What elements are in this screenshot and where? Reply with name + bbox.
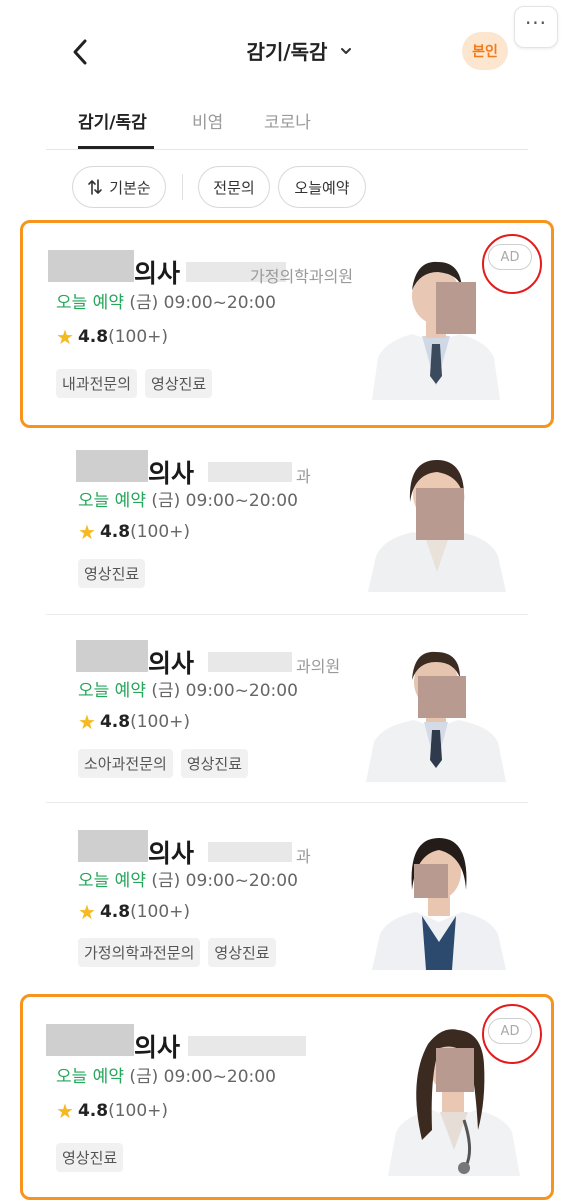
tag: 영상진료 [78,559,146,588]
doctor-photo [372,261,500,400]
blurred-name [48,250,134,282]
doctor-photo [372,838,506,970]
tag: 영상진료 [145,369,213,398]
sort-icon [88,179,103,195]
specialty-tags: 내과전문의 영상진료 [56,369,213,398]
rating: ★ 4.8 (100+) [78,520,191,544]
rating: ★ 4.8 (100+) [78,710,191,734]
availability: 오늘 예약 (금) 09:00~20:00 [56,293,276,313]
tag: 영상진료 [180,749,249,778]
tab-cold-flu[interactable]: 감기/독감 [78,108,147,133]
sort-button[interactable]: 기본순 [72,166,166,208]
filter-today-booking[interactable]: 오늘예약 [278,166,366,208]
doctor-name: 의사 과의원 [76,640,340,680]
tag: 소아과전문의 [78,749,173,778]
doctor-photo [366,651,506,782]
availability: 오늘 예약 (금) 09:00~20:00 [78,871,298,891]
blurred-name [46,1024,134,1056]
more-icon: ··· [524,11,548,35]
specialty-tags: 가정의학과전문의 영상진료 [78,938,276,967]
ad-highlight-circle [482,1004,542,1064]
doctor-name: 의사 과 [78,830,311,870]
self-profile-badge[interactable]: 본인 [462,32,508,70]
divider [46,802,528,803]
tag: 영상진료 [208,938,276,967]
rating: ★ 4.8 (100+) [56,325,169,349]
blurred-name [76,640,148,672]
star-icon: ★ [78,520,96,544]
chevron-down-icon [341,47,352,54]
specialty-tags: 영상진료 [78,559,146,588]
page-title: 감기/독감 [246,40,328,64]
doctor-name: 의사 가정의학과의원 [48,250,353,290]
tab-corona[interactable]: 코로나 [264,108,311,133]
filter-divider [182,174,183,200]
specialty-tags: 소아과전문의 영상진료 [78,749,249,778]
divider [46,614,528,615]
specialty-tags: 영상진료 [56,1143,124,1172]
sort-label: 기본순 [109,178,151,197]
star-icon: ★ [78,710,96,734]
star-icon: ★ [56,325,74,349]
blurred-name [78,830,148,862]
star-icon: ★ [56,1099,74,1123]
doctor-name: 의사 과 [76,450,311,490]
doctor-name: 의사 [46,1024,307,1064]
availability: 오늘 예약 (금) 09:00~20:00 [78,491,298,511]
blurred-hospital [208,652,293,672]
tab-rhinitis[interactable]: 비염 [192,108,223,133]
category-tabs: 감기/독감 비염 코로나 [46,100,528,150]
availability: 오늘 예약 (금) 09:00~20:00 [56,1067,276,1087]
availability: 오늘 예약 (금) 09:00~20:00 [78,681,298,701]
blurred-hospital [208,842,293,862]
ad-highlight-circle [482,234,542,294]
tag: 영상진료 [56,1143,124,1172]
blurred-hospital [208,462,293,482]
filter-specialist[interactable]: 전문의 [198,166,270,208]
active-tab-indicator [78,146,154,149]
blurred-hospital [188,1036,307,1056]
rating: ★ 4.8 (100+) [56,1099,169,1123]
doctor-photo [368,460,506,592]
tag: 가정의학과전문의 [78,938,201,967]
star-icon: ★ [78,900,96,924]
tag: 내과전문의 [56,369,138,398]
rating: ★ 4.8 (100+) [78,900,191,924]
blurred-name [76,450,148,482]
